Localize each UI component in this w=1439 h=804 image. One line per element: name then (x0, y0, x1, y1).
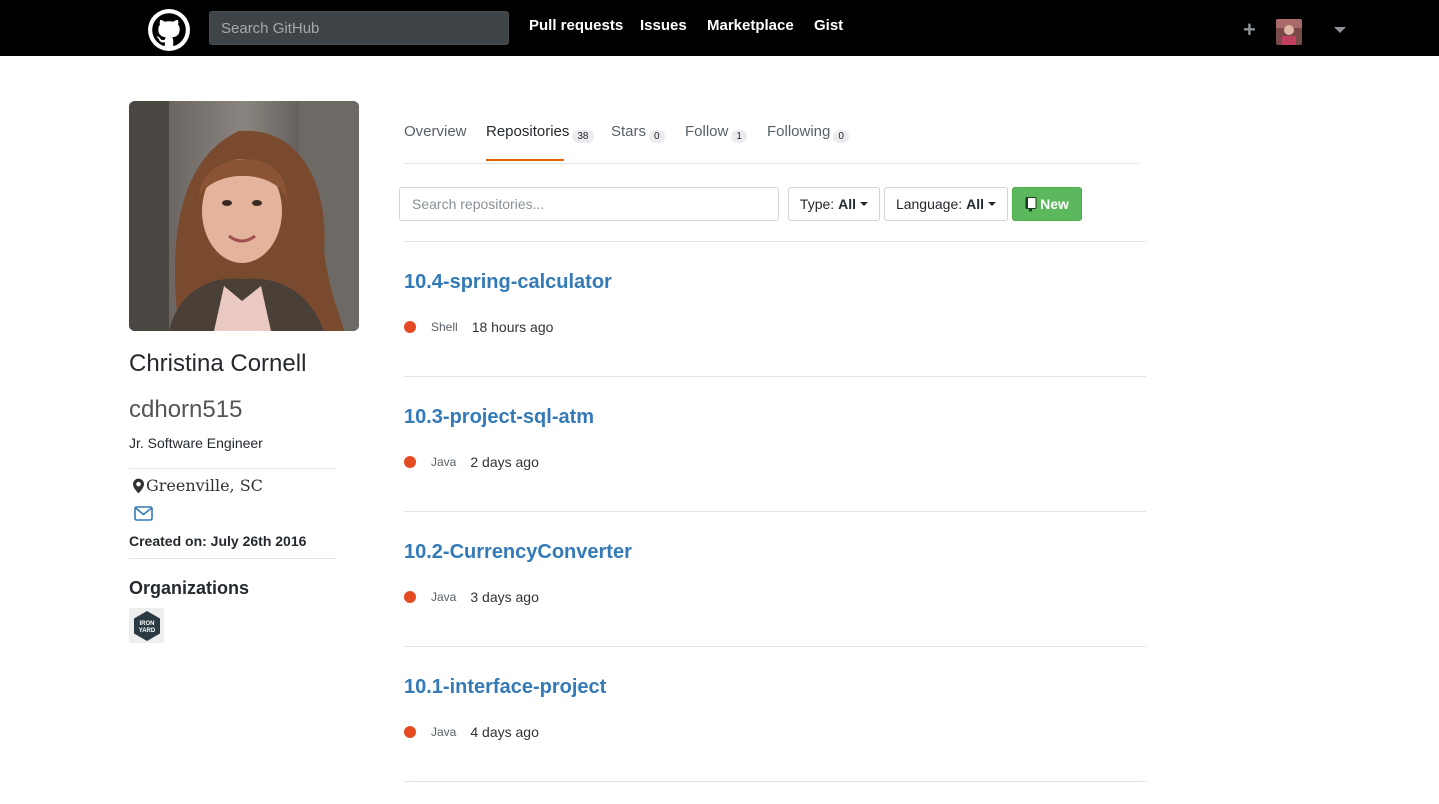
header-search-input[interactable] (209, 11, 509, 45)
language-color-dot (404, 726, 416, 738)
repo-link[interactable]: 10.3-project-sql-atm (404, 406, 594, 429)
nav-issues[interactable]: Issues (640, 17, 687, 34)
tab-count: 38 (572, 130, 594, 143)
organizations-heading: Organizations (129, 578, 250, 598)
repo-link[interactable]: 10.1-interface-project (404, 676, 606, 699)
org-badge-text-top: IRON (139, 621, 154, 627)
new-repo-button[interactable]: New (1012, 187, 1082, 221)
repo-updated: 4 days ago (470, 724, 539, 740)
language-filter-value: All (966, 196, 985, 212)
chevron-down-icon[interactable] (1334, 27, 1346, 33)
user-avatar[interactable] (1276, 19, 1302, 45)
avatar-image-icon (1276, 19, 1302, 45)
tab-repositories[interactable]: Repositories 38 (486, 123, 594, 143)
repo-meta: Java 3 days ago (404, 589, 539, 605)
language-filter-label: Language: (895, 196, 963, 212)
repo-search-input[interactable] (399, 187, 779, 221)
caret-down-icon (860, 202, 869, 206)
repo-link[interactable]: 10.4-spring-calculator (404, 271, 612, 294)
profile-photo (129, 101, 359, 331)
profile-full-name: Christina Cornell (129, 350, 307, 377)
active-tab-underline (486, 159, 564, 161)
list-divider (404, 646, 1146, 647)
tabs-divider (404, 163, 1139, 164)
iron-yard-logo-icon: IRON YARD (133, 610, 160, 641)
repo-language: Java (431, 455, 457, 469)
repo-meta: Shell 18 hours ago (404, 319, 553, 335)
repo-book-icon (1025, 196, 1037, 212)
tab-overview[interactable]: Overview (404, 123, 467, 140)
nav-marketplace[interactable]: Marketplace (707, 17, 794, 34)
plus-icon[interactable]: + (1243, 19, 1256, 41)
tab-label: Follow (685, 123, 729, 140)
mail-icon[interactable] (134, 506, 153, 521)
type-filter-button[interactable]: Type: All (788, 187, 880, 221)
repo-language: Shell (431, 320, 458, 334)
tab-follow[interactable]: Follow 1 (685, 123, 747, 143)
profile-username: cdhorn515 (129, 396, 243, 423)
repo-link[interactable]: 10.2-CurrencyConverter (404, 541, 632, 564)
org-iron-yard-badge[interactable]: IRON YARD (129, 608, 164, 643)
type-filter-value: All (838, 196, 857, 212)
language-color-dot (404, 321, 416, 333)
location-text: Greenville, SC (146, 476, 263, 495)
nav-gist[interactable]: Gist (814, 17, 843, 34)
profile-portrait-icon (129, 101, 359, 331)
type-filter-label: Type: (799, 196, 835, 212)
list-divider (404, 241, 1146, 242)
repo-updated: 2 days ago (470, 454, 539, 470)
profile-created-date: Created on: July 26th 2016 (129, 533, 307, 549)
repo-meta: Java 2 days ago (404, 454, 539, 470)
list-divider (404, 511, 1146, 512)
language-filter-button[interactable]: Language: All (884, 187, 1008, 221)
language-color-dot (404, 456, 416, 468)
list-divider (404, 781, 1146, 782)
repo-language: Java (431, 725, 457, 739)
list-divider (404, 376, 1146, 377)
tab-count: 1 (731, 130, 747, 143)
tab-label: Repositories (486, 123, 570, 140)
repo-updated: 18 hours ago (471, 319, 554, 335)
repo-updated: 3 days ago (470, 589, 539, 605)
tab-count: 0 (649, 130, 665, 143)
tab-label: Following (767, 123, 831, 140)
new-repo-label: New (1040, 196, 1069, 212)
tab-following[interactable]: Following 0 (767, 123, 849, 143)
repo-meta: Java 4 days ago (404, 724, 539, 740)
tab-stars[interactable]: Stars 0 (611, 123, 665, 143)
location-pin-icon (133, 478, 144, 493)
org-badge-text-bottom: YARD (138, 628, 155, 634)
github-logo-icon[interactable] (148, 9, 190, 51)
profile-location: Greenville, SC (133, 476, 263, 495)
repo-language: Java (431, 590, 457, 604)
tab-label: Stars (611, 123, 647, 140)
top-navbar: Pull requests Issues Marketplace Gist + (0, 0, 1439, 56)
language-color-dot (404, 591, 416, 603)
sidebar-divider (129, 558, 336, 559)
sidebar-divider (129, 468, 336, 469)
profile-bio: Jr. Software Engineer (129, 435, 263, 451)
nav-pull-requests[interactable]: Pull requests (529, 17, 623, 34)
tab-count: 0 (833, 130, 849, 143)
caret-down-icon (988, 202, 997, 206)
tab-label: Overview (404, 123, 467, 140)
